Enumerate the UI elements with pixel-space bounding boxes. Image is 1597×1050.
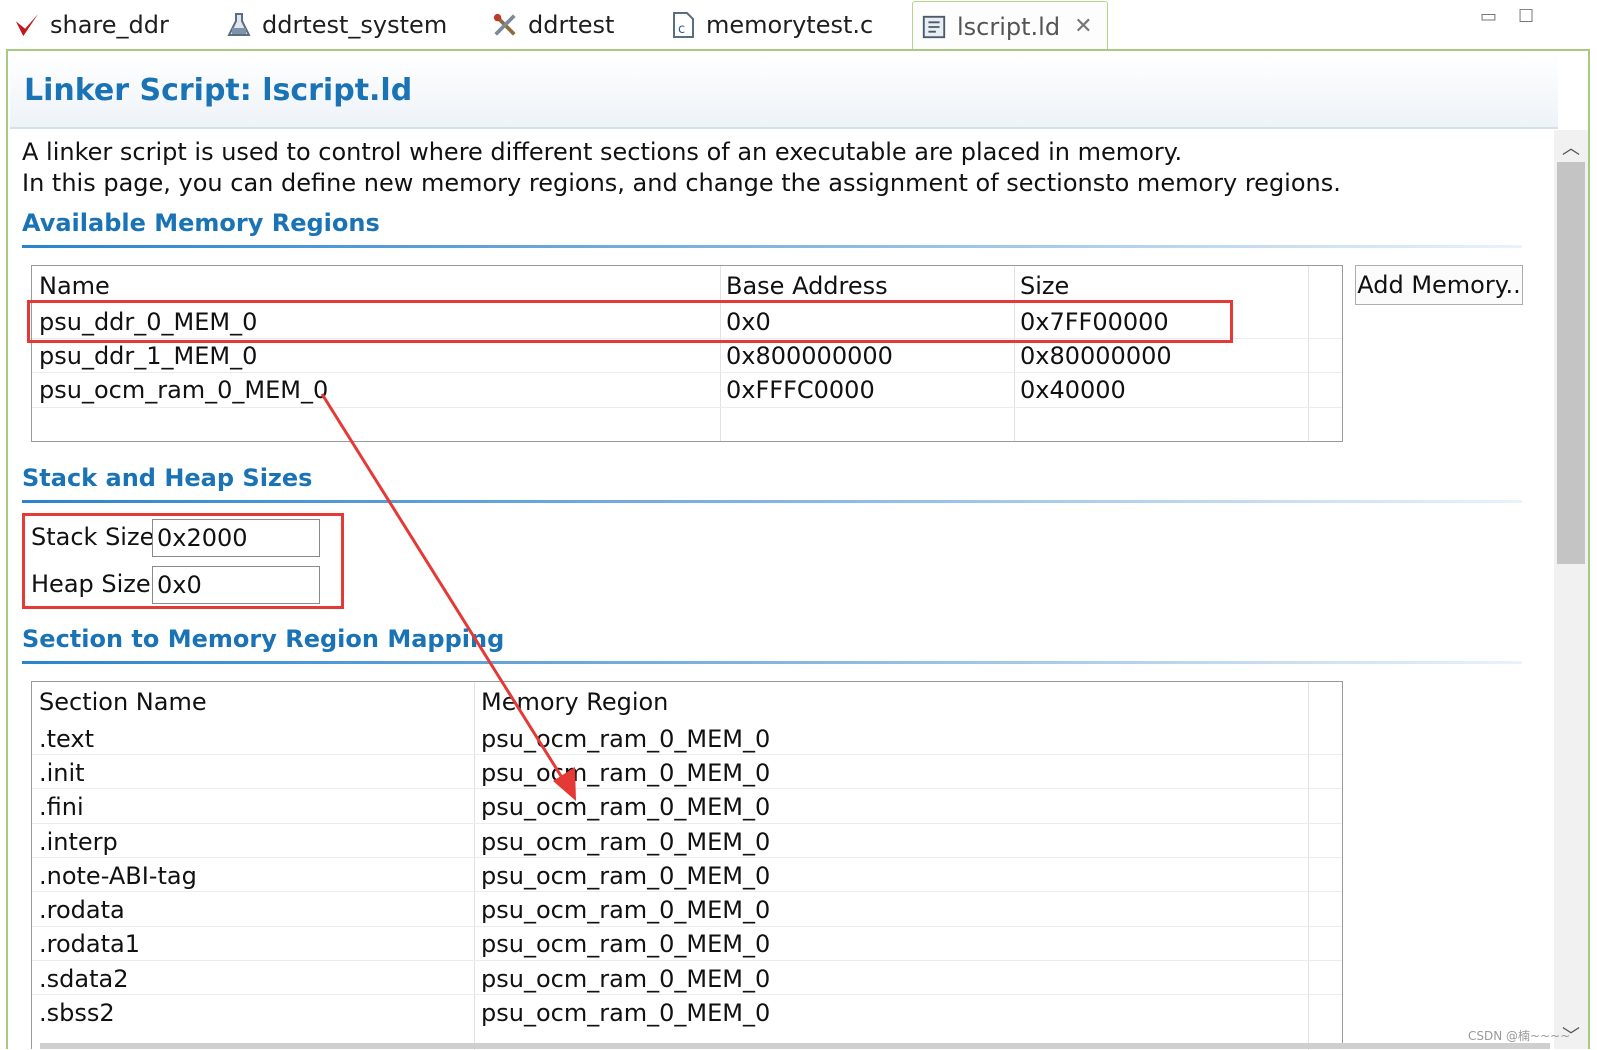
annotation-arrow: [320, 393, 576, 801]
vertical-scrollbar[interactable]: ︿ ﹀: [1554, 130, 1588, 1049]
scroll-up-icon[interactable]: ︿: [1554, 134, 1588, 160]
scrollbar-thumb[interactable]: [1557, 162, 1585, 564]
horizontal-scrollbar[interactable]: [40, 1043, 1550, 1049]
watermark: CSDN @楠~~~~: [1468, 1029, 1571, 1043]
annotation-arrow-line: [320, 393, 568, 785]
annotation-arrow-head: [553, 767, 576, 801]
